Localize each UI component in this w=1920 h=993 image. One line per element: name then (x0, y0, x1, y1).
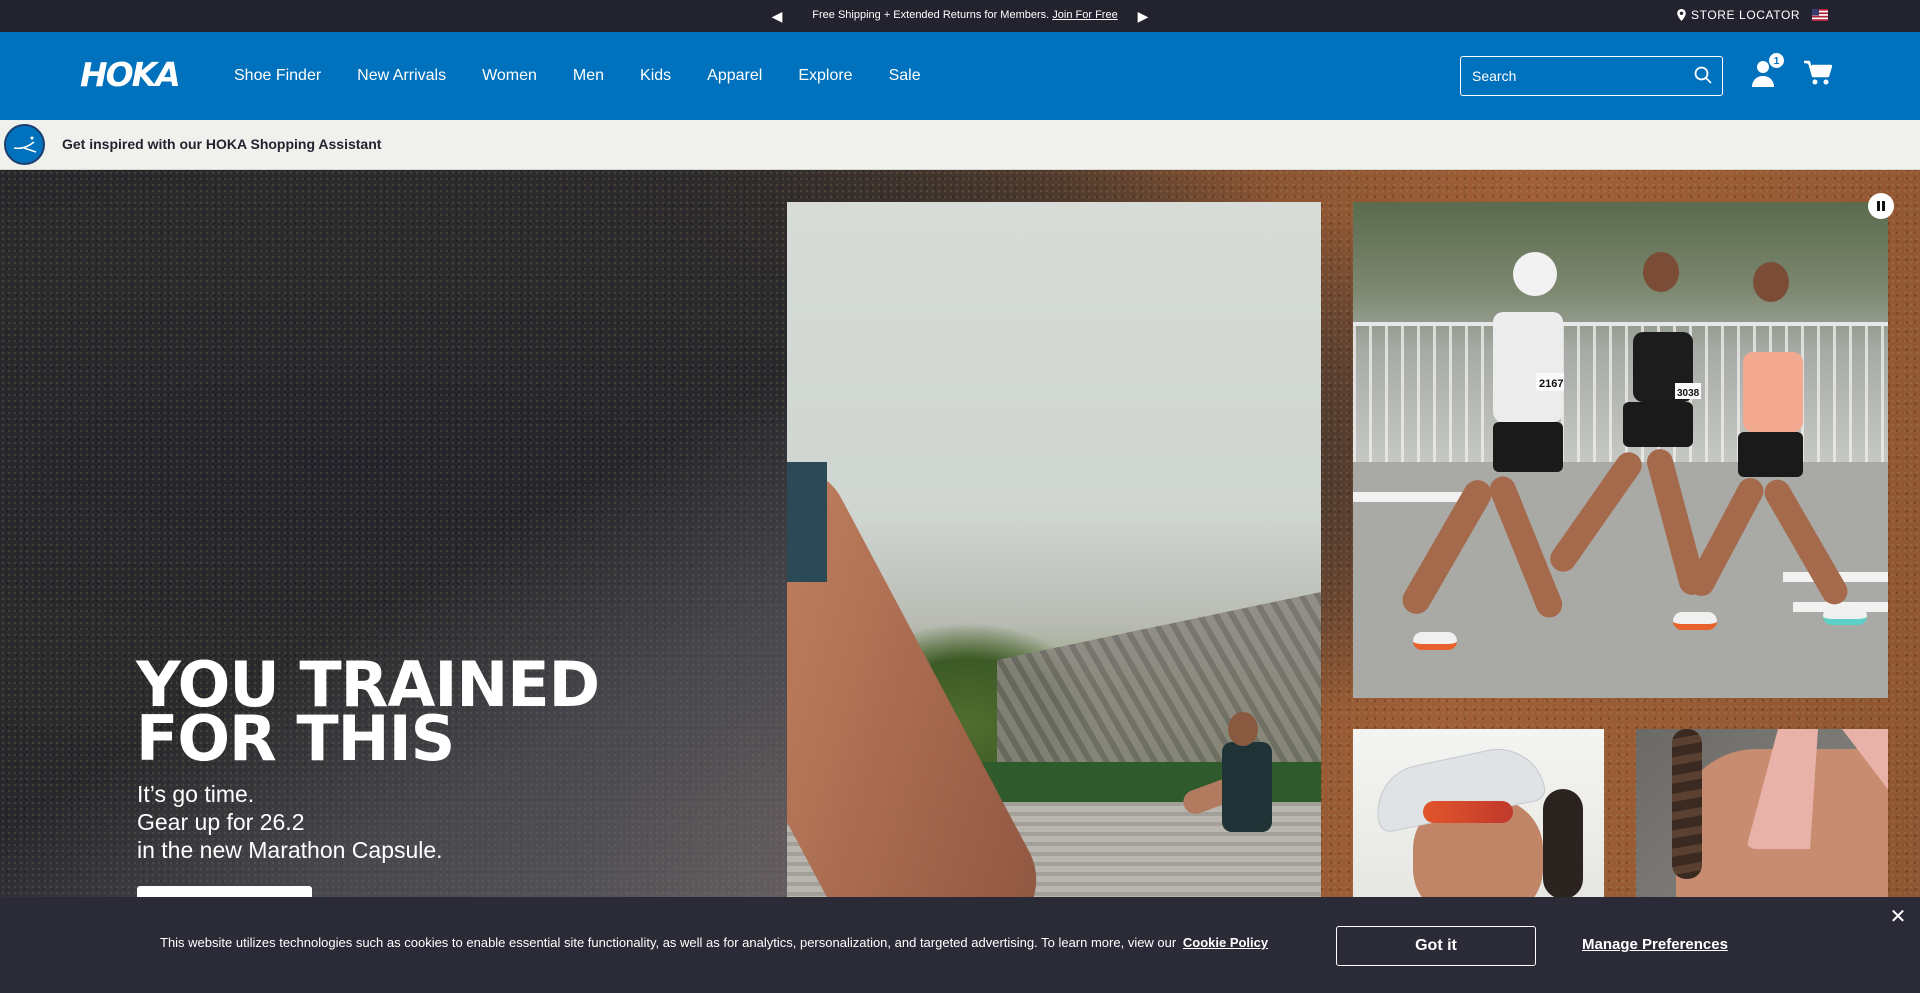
join-link[interactable]: Join For Free (1052, 9, 1117, 21)
cookie-banner: This website utilizes technologies such … (0, 897, 1920, 993)
subtext-line-1: It’s go time. (137, 781, 255, 807)
hero-banner: 2167 3038 YOU TRAINED FOR THIS It’s go t… (0, 170, 1920, 897)
search-input[interactable] (1461, 57, 1681, 94)
nav-explore[interactable]: Explore (798, 67, 852, 85)
search-box (1460, 56, 1723, 96)
runner-head (1228, 712, 1258, 746)
main-nav: Shoe Finder New Arrivals Women Men Kids … (234, 32, 957, 120)
stretching-runner (1180, 712, 1302, 897)
site-header: HOKA Shoe Finder New Arrivals Women Men … (0, 32, 1920, 120)
bib-numbers: 2167 3038 (1536, 373, 1701, 399)
sunglasses (1423, 801, 1513, 823)
cookie-policy-link[interactable]: Cookie Policy (1183, 935, 1268, 950)
assistant-text: Get inspired with our HOKA Shopping Assi… (62, 136, 382, 152)
cookie-text: This website utilizes technologies such … (160, 935, 1268, 950)
search-icon[interactable] (1694, 66, 1712, 84)
us-flag-icon[interactable] (1812, 9, 1828, 21)
hero-subtext: It’s go time. Gear up for 26.2 in the ne… (137, 780, 443, 864)
promo-text: Free Shipping + Extended Returns for Mem… (812, 9, 1050, 21)
bib-number-2: 3038 (1677, 388, 1700, 399)
chevron-right-icon[interactable]: ▶ (1133, 6, 1153, 26)
bib-number-1: 2167 (1539, 378, 1563, 390)
nav-men[interactable]: Men (573, 67, 604, 85)
nav-women[interactable]: Women (482, 67, 537, 85)
runner-sunglasses-photo[interactable] (1353, 729, 1604, 897)
store-locator-label: STORE LOCATOR (1691, 8, 1801, 22)
cart-icon[interactable] (1804, 60, 1832, 86)
pause-icon[interactable] (1868, 193, 1894, 219)
hoka-logo[interactable]: HOKA (80, 56, 192, 92)
runner-torso (1222, 742, 1272, 832)
nav-sale[interactable]: Sale (889, 67, 921, 85)
stretching-runners-photo[interactable] (787, 202, 1321, 897)
shopping-assistant-bar[interactable]: Get inspired with our HOKA Shopping Assi… (0, 120, 1920, 170)
nav-shoe-finder[interactable]: Shoe Finder (234, 67, 321, 85)
store-locator-link[interactable]: STORE LOCATOR (1677, 8, 1800, 22)
nav-apparel[interactable]: Apparel (707, 67, 762, 85)
hero-headline: YOU TRAINED FOR THIS (136, 654, 600, 770)
subtext-line-2: Gear up for 26.2 (137, 809, 305, 835)
logo-text: HOKA (80, 56, 179, 92)
braid (1672, 729, 1702, 879)
close-icon[interactable]: ✕ (1888, 907, 1908, 927)
assistant-icon (4, 124, 45, 165)
cookie-message: This website utilizes technologies such … (160, 935, 1177, 950)
subtext-line-3: in the new Marathon Capsule. (137, 837, 443, 863)
manage-preferences-link[interactable]: Manage Preferences (1582, 936, 1728, 953)
nav-new-arrivals[interactable]: New Arrivals (357, 67, 446, 85)
hair (1543, 789, 1583, 897)
map-pin-icon (1677, 9, 1686, 21)
chevron-left-icon[interactable]: ◀ (767, 6, 787, 26)
account-badge: 1 (1768, 52, 1785, 69)
promo-message: Free Shipping + Extended Returns for Mem… (800, 9, 1130, 21)
hero-cta-button[interactable] (137, 886, 312, 897)
promo-bar: ◀ Free Shipping + Extended Returns for M… (0, 0, 1920, 32)
accept-cookies-button[interactable]: Got it (1336, 926, 1536, 966)
runner-shirt (787, 462, 827, 582)
runner-braid-photo[interactable] (1636, 729, 1888, 897)
nav-kids[interactable]: Kids (640, 67, 671, 85)
marathon-runners-photo[interactable]: 2167 3038 (1353, 202, 1888, 698)
